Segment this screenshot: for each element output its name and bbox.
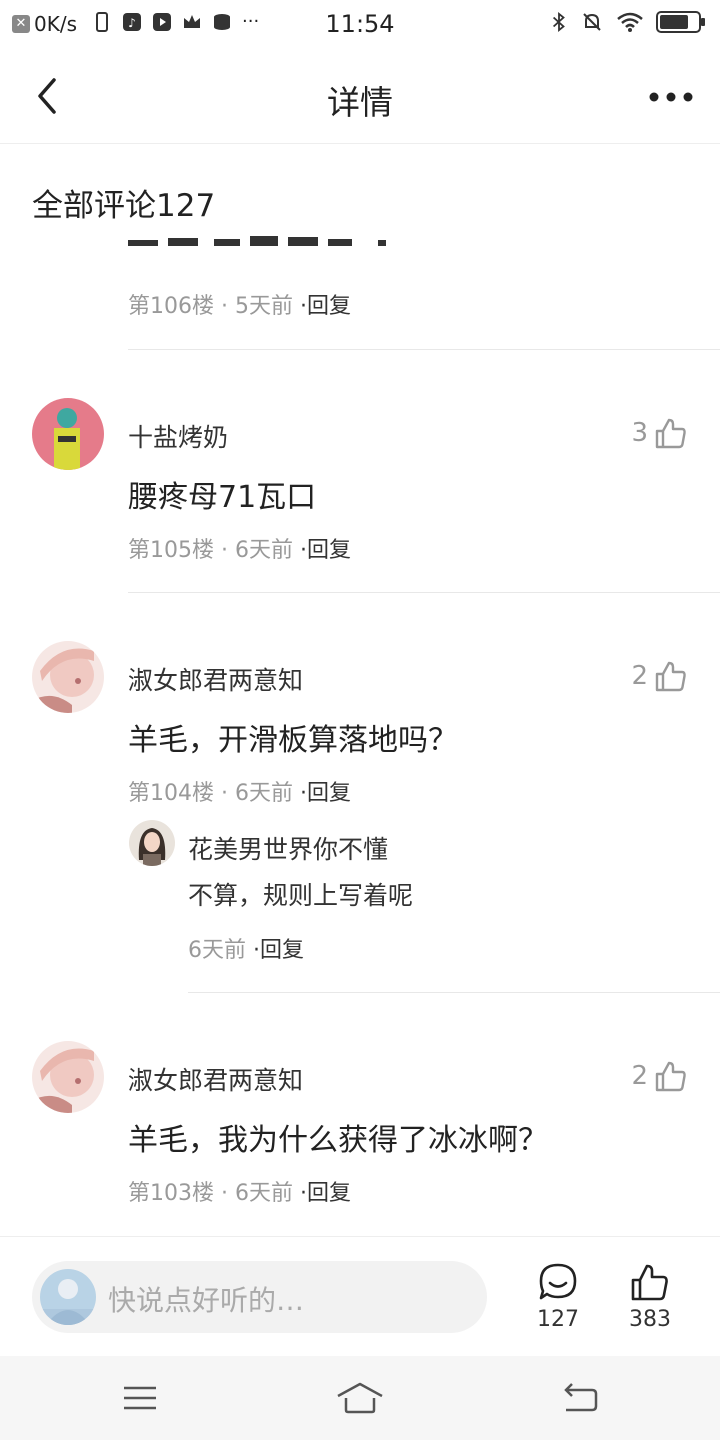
- user-avatar-image: [32, 641, 104, 713]
- thumbs-up-icon: [655, 1061, 686, 1092]
- status-bar: ✕ 0K/s ♪ ··· 11:54: [0, 0, 720, 50]
- post-time: 6天前: [234, 781, 293, 806]
- avatar[interactable]: [32, 1041, 104, 1113]
- reply-meta: 6天前 ·回复: [188, 932, 304, 964]
- thumbs-up-icon: [655, 661, 686, 692]
- user-avatar-image: [129, 820, 175, 866]
- comment-input[interactable]: 快说点好听的…: [32, 1261, 487, 1333]
- page-title: 详情: [327, 83, 393, 122]
- comment-count: 127: [537, 1307, 579, 1332]
- post-time: 5天前: [234, 294, 293, 319]
- like-post-button[interactable]: 383: [615, 1261, 685, 1332]
- more-horizontal-icon: [649, 92, 693, 102]
- username[interactable]: 淑女郎君两意知: [128, 661, 303, 697]
- wifi-icon: [616, 11, 644, 37]
- thumbs-up-icon: [655, 418, 686, 449]
- post-time: 6天前: [188, 938, 246, 963]
- floor-number: 第106楼: [128, 294, 214, 319]
- username[interactable]: 淑女郎君两意知: [128, 1061, 303, 1097]
- comment-meta: 第106楼 · 5天前 ·回复: [128, 288, 351, 320]
- mute-bell-icon: [580, 10, 604, 38]
- input-placeholder: 快说点好听的…: [108, 1284, 305, 1317]
- user-avatar-image: [40, 1269, 96, 1325]
- nav-bar: 详情: [0, 50, 720, 144]
- like-count: 383: [629, 1307, 671, 1332]
- back-nav-button[interactable]: [560, 1380, 600, 1420]
- divider: [188, 992, 720, 993]
- comment-meta: 第103楼 · 6天前 ·回复: [128, 1175, 351, 1207]
- user-avatar-image: [32, 398, 104, 470]
- my-avatar: [40, 1269, 96, 1325]
- system-nav-bar: [0, 1356, 720, 1440]
- divider: [128, 349, 720, 350]
- reply-username[interactable]: 花美男世界你不懂: [188, 830, 388, 866]
- system-icons: [550, 10, 706, 38]
- separator: ·: [214, 538, 235, 563]
- comments-header: 全部评论127: [32, 188, 216, 224]
- reply-link[interactable]: ·回复: [300, 781, 351, 806]
- like-button[interactable]: 3: [631, 416, 688, 450]
- like-count: 3: [631, 418, 648, 448]
- clipped-text-glyphs: [128, 236, 386, 246]
- more-options-button[interactable]: [646, 82, 696, 112]
- reply-avatar[interactable]: [129, 820, 175, 866]
- user-avatar-image: [32, 1041, 104, 1113]
- comments-button[interactable]: 127: [523, 1261, 593, 1332]
- reply-link[interactable]: ·回复: [253, 938, 304, 963]
- thumbs-up-icon: [631, 1264, 668, 1301]
- like-count: 2: [631, 661, 648, 691]
- comment-meta: 第105楼 · 6天前 ·回复: [128, 532, 351, 564]
- bluetooth-icon: [550, 10, 568, 38]
- username[interactable]: 十盐烤奶: [128, 418, 228, 454]
- comment-meta: 第104楼 · 6天前 ·回复: [128, 775, 351, 807]
- floor-number: 第105楼: [128, 538, 214, 563]
- separator: ·: [214, 781, 235, 806]
- like-button[interactable]: 2: [631, 1059, 688, 1093]
- menu-button[interactable]: [122, 1380, 158, 1420]
- comment-text: 羊毛，开滑板算落地吗？: [128, 723, 458, 758]
- reply-link[interactable]: ·回复: [300, 538, 351, 563]
- like-button[interactable]: 2: [631, 659, 688, 693]
- post-time: 6天前: [234, 538, 293, 563]
- comment-text: 羊毛，我为什么获得了冰冰啊？: [128, 1123, 548, 1158]
- separator: ·: [214, 294, 235, 319]
- reply-link[interactable]: ·回复: [300, 1181, 351, 1206]
- menu-icon: [124, 1386, 156, 1410]
- like-count: 2: [631, 1061, 648, 1091]
- comment-text: 腰疼母71瓦口: [128, 480, 317, 515]
- avatar[interactable]: [32, 398, 104, 470]
- comment-bubble-icon: [539, 1263, 577, 1300]
- battery-icon: [656, 10, 706, 38]
- post-time: 6天前: [234, 1181, 293, 1206]
- return-icon: [564, 1383, 598, 1412]
- comment-list[interactable]: 第106楼 · 5天前 ·回复 十盐烤奶 3 腰疼母71瓦口 第105楼 · 6…: [0, 230, 720, 1236]
- reply-text: 不算，规则上写着呢: [188, 881, 414, 910]
- floor-number: 第104楼: [128, 781, 214, 806]
- comment-text-partial: [128, 230, 388, 252]
- floor-number: 第103楼: [128, 1181, 214, 1206]
- comment-input-bar: 快说点好听的… 127 383: [0, 1236, 720, 1356]
- reply-link[interactable]: ·回复: [300, 294, 351, 319]
- divider: [128, 592, 720, 593]
- home-button[interactable]: [336, 1380, 384, 1420]
- avatar[interactable]: [32, 641, 104, 713]
- home-icon: [337, 1382, 383, 1414]
- separator: ·: [214, 1181, 235, 1206]
